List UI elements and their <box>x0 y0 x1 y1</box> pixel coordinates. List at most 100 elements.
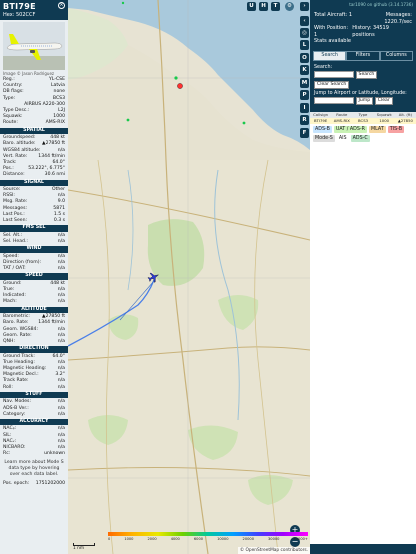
prev-aircraft-icon[interactable]: ‹ <box>300 16 309 26</box>
detail-label: Mach: <box>3 299 17 305</box>
tab-columns[interactable]: Columns <box>379 50 413 61</box>
section-header-speed[interactable]: SPEED <box>0 273 68 280</box>
info-label: Route: <box>3 120 18 126</box>
clear-jump-button[interactable]: Clear <box>374 96 393 105</box>
map-view[interactable]: U H T ⚙ › ‹ ◎ LOKMPIRF + − 0 1000 2000 4000… <box>68 0 310 554</box>
detail-row: Roll: n/a <box>0 385 68 391</box>
section-header-fms-sel[interactable]: FMS SEL <box>0 225 68 232</box>
source-badge: ADS-B <box>313 125 332 133</box>
tab-filters[interactable]: Filters <box>346 50 380 61</box>
jump-label: Jump to Airport or Latitude, Longitude: <box>314 90 407 96</box>
detail-value: 0.3 s <box>53 218 65 224</box>
map-button-u[interactable]: U <box>247 2 256 11</box>
aircraft-table: Callsign Route Type Squawk Alt. (ft) BTI79E A… <box>310 111 416 124</box>
basic-info: Reg.: YL-CSE Country: Latvia DB flags: none Ty… <box>0 77 68 127</box>
map-button-t[interactable]: T <box>271 2 280 11</box>
scale-line: 1 nm <box>73 543 95 551</box>
detail-value: n/a <box>57 411 65 417</box>
detail-value: n/a <box>57 384 65 390</box>
detail-label: Last Seen: <box>3 218 28 224</box>
table-cell: AMS-RIX <box>333 117 350 123</box>
detail-label: Distance: <box>3 172 25 178</box>
detail-label: Sel. Head.: <box>3 238 28 244</box>
source-badge: Mode-S <box>313 134 335 142</box>
pos-epoch-value: 1751202000 <box>35 481 65 487</box>
section-header-direction[interactable]: DIRECTION <box>0 346 68 353</box>
map-button-p[interactable]: P <box>300 90 309 100</box>
with-position-label: With Position: <box>314 25 349 32</box>
map-button-i[interactable]: I <box>300 102 309 113</box>
search-button[interactable]: Search <box>355 70 378 79</box>
version-link[interactable]: tar1090 on github (3.14.1736) <box>310 0 416 10</box>
aircraft-header: BTI79E Hex: 502CCF × <box>0 0 68 20</box>
callsign: BTI79E <box>3 2 36 11</box>
detail-value: 30.6 nmi <box>44 172 65 178</box>
section-header-altitude[interactable]: ALTITUDE <box>0 306 68 314</box>
close-icon[interactable]: × <box>58 2 65 9</box>
altitude-tick: 2000 <box>147 536 157 541</box>
source-badge: AIS <box>336 134 349 142</box>
search-input[interactable] <box>314 71 354 79</box>
table-cell: ▲27850 <box>397 117 413 123</box>
section-header-stuff[interactable]: STUFF <box>0 391 68 399</box>
messages-label: Messages: <box>385 12 412 18</box>
stats-available-link[interactable]: Stats available <box>314 38 351 45</box>
pos-epoch-label: Pos. epoch: <box>3 481 30 487</box>
altitude-tick: 20000 <box>242 536 254 541</box>
altitude-ticks: 0 1000 2000 4000 6000 10000 20000 30000 40000+ <box>108 537 308 541</box>
info-label: Type: <box>3 95 16 101</box>
detail-row: QNH: n/a <box>0 339 68 345</box>
toggle-layers-icon[interactable]: ◎ <box>300 28 309 38</box>
table-cell: 1000 <box>379 117 390 123</box>
altitude-tick: 4000 <box>170 536 180 541</box>
hex-code: Hex: 502CCF <box>3 12 36 18</box>
tab-search[interactable]: Search <box>313 50 347 61</box>
jump-button[interactable]: Jump <box>355 96 374 105</box>
detail-value: n/a <box>57 299 65 305</box>
section-header-wind[interactable]: WIND <box>0 246 68 253</box>
detail-row: TAT / OAT: n/a <box>0 266 68 272</box>
pos-epoch-row: Pos. epoch: 1751202000 <box>0 481 68 487</box>
map-button-o[interactable]: O <box>300 52 309 63</box>
aircraft-photo[interactable] <box>3 22 65 70</box>
learn-more-note: Learn more about Mode S data type by hov… <box>4 460 64 478</box>
map-attribution[interactable]: © OpenStreetMap contributors. <box>237 547 310 554</box>
jump-input[interactable] <box>314 97 354 105</box>
map-button-k[interactable]: K <box>300 65 309 75</box>
table-row[interactable]: BTI79E AMS-RIX BCS3 1000 ▲27850 <box>310 117 416 124</box>
map-button-r[interactable]: R <box>300 115 309 125</box>
info-value: AMS-RIX <box>45 120 65 126</box>
altitude-tick: 10000 <box>217 536 229 541</box>
detail-row: Mach: n/a <box>0 299 68 305</box>
map-canvas[interactable] <box>68 0 310 554</box>
detail-row: Last Seen: 0.3 s <box>0 218 68 224</box>
map-button-f[interactable]: F <box>300 127 309 138</box>
source-badge: ADS-C <box>350 134 370 142</box>
detail-value: n/a <box>57 266 65 272</box>
history-label: History: <box>352 25 372 32</box>
detail-row: Sel. Head.: n/a <box>0 239 68 245</box>
detail-sections: SPATIAL Groundspeed: 448 kt Baro. altitude:… <box>0 127 68 458</box>
source-badge: UAT / ADS-R <box>333 125 367 133</box>
search-block: Search: Search Clear Search Jump to Airp… <box>310 61 416 109</box>
detail-value: n/a <box>57 238 65 244</box>
info-row: Route: AMS-RIX <box>0 120 68 126</box>
detail-label: TAT / OAT: <box>3 266 26 272</box>
collapse-sidebar-icon[interactable]: › <box>300 2 309 11</box>
settings-gear-icon[interactable]: ⚙ <box>285 2 294 11</box>
aircraft-list-panel: tar1090 on github (3.14.1736) Total Airc… <box>310 0 416 554</box>
map-button-m[interactable]: M <box>300 77 309 88</box>
detail-row: Distance: 30.6 nmi <box>0 172 68 178</box>
section-header-signal[interactable]: SIGNAL <box>0 179 68 187</box>
section-header-accuracy[interactable]: ACCURACY <box>0 418 68 426</box>
search-label: Search: <box>314 64 333 70</box>
clear-search-button[interactable]: Clear Search <box>314 80 350 89</box>
map-button-h[interactable]: H <box>259 2 268 11</box>
detail-label: QNH: <box>3 338 16 344</box>
altitude-tick: 1000 <box>124 536 134 541</box>
altitude-tick: 0 <box>108 536 111 541</box>
section-header-spatial[interactable]: SPATIAL <box>0 127 68 135</box>
altitude-tick: 40000+ <box>293 536 308 541</box>
with-position-value: 1 <box>314 31 318 38</box>
map-button-l[interactable]: L <box>300 40 309 50</box>
